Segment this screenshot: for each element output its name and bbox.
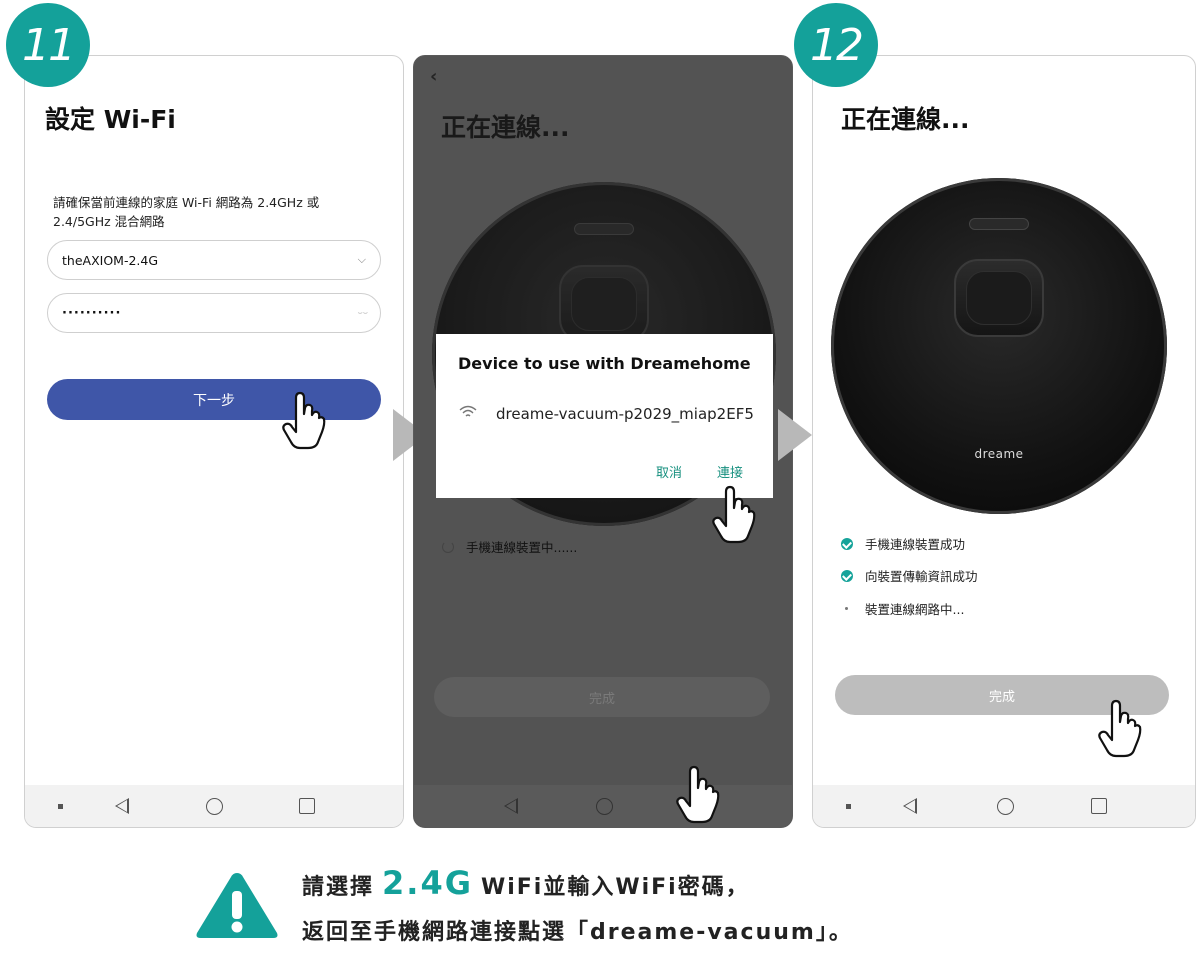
robot-brand-logo: dreame — [974, 446, 1024, 461]
android-nav-bar — [25, 785, 403, 827]
nav-home-icon[interactable] — [997, 797, 1014, 815]
pointing-hand-icon — [1098, 699, 1142, 758]
status-item: 裝置連線網路中... — [841, 599, 964, 618]
robot-buttons — [969, 218, 1029, 231]
note-text: WiFi並輸入WiFi密碼， — [480, 875, 750, 900]
check-circle-icon — [841, 569, 853, 582]
phone-screen-wifi-setup: 設定 Wi-Fi 請確保當前連線的家庭 Wi-Fi 網路為 2.4GHz 或 2… — [24, 55, 404, 828]
android-nav-bar — [414, 785, 792, 827]
status-text: 手機連線裝置中...... — [466, 540, 578, 555]
nav-back-icon[interactable] — [903, 798, 917, 814]
dialog-title: Device to use with Dreamehome — [458, 354, 751, 373]
instruction-line-2: 返回至手機網路連接點選「dreame-vacuum」。 — [302, 920, 853, 945]
next-step-arrow-icon — [778, 409, 812, 461]
nav-home-icon[interactable] — [206, 797, 223, 815]
page-title: 設定 Wi-Fi — [45, 105, 176, 134]
status-item: 手機連線裝置成功 — [841, 534, 965, 553]
nav-back-icon[interactable] — [115, 798, 129, 814]
connect-button[interactable]: 連接 — [717, 462, 743, 481]
status-item: 向裝置傳輸資訊成功 — [841, 566, 978, 585]
note-text: 請選擇 — [302, 875, 375, 900]
connection-status: 手機連線裝置中...... — [442, 537, 577, 556]
instruction-line-1: 請選擇 2.4G WiFi並輸入WiFi密碼， — [302, 864, 750, 902]
done-button[interactable]: 完成 — [434, 677, 770, 717]
device-select-dialog: Device to use with Dreamehome dreame-vac… — [436, 334, 773, 498]
chevron-down-icon: ⌵ — [357, 253, 366, 266]
status-text: 向裝置傳輸資訊成功 — [865, 569, 978, 584]
robot-lidar-cover — [954, 258, 1044, 337]
nav-home-icon[interactable] — [596, 797, 613, 815]
status-text: 手機連線裝置成功 — [865, 537, 966, 552]
cancel-button[interactable]: 取消 — [656, 462, 682, 481]
wifi-icon — [458, 404, 478, 424]
android-nav-bar — [813, 785, 1195, 827]
loading-spinner-icon — [442, 540, 454, 553]
warning-triangle-icon — [196, 873, 278, 938]
nav-recents-icon[interactable] — [1091, 798, 1107, 814]
eye-closed-icon[interactable]: ⌣⌣ — [357, 308, 368, 318]
nav-menu-icon[interactable] — [846, 803, 851, 809]
wifi-password-field[interactable]: ·········· ⌣⌣ — [47, 293, 381, 333]
step-11-badge: 11 — [6, 3, 90, 87]
loading-spinner-icon — [845, 607, 848, 610]
device-list-item[interactable]: dreame-vacuum-p2029_miap2EF5 — [496, 405, 754, 423]
password-value: ·········· — [62, 305, 122, 321]
pointing-hand-icon — [712, 485, 756, 544]
wifi-ssid-select[interactable]: theAXIOM-2.4G ⌵ — [47, 240, 381, 280]
pointing-hand-icon — [282, 391, 326, 450]
phone-screen-connecting-dialog: ‹ 正在連線... 手機連線裝置中...... 完成 Device to use… — [413, 55, 793, 828]
robot-vacuum-image: dreame — [831, 178, 1167, 514]
pointing-hand-icon — [676, 765, 720, 824]
nav-menu-icon[interactable] — [58, 803, 63, 809]
step-12-badge: 12 — [794, 3, 878, 87]
note-highlight: 2.4G — [382, 864, 473, 902]
nav-recents-icon[interactable] — [299, 798, 315, 814]
wifi-description: 請確保當前連線的家庭 Wi-Fi 網路為 2.4GHz 或 2.4/5GHz 混… — [53, 195, 320, 229]
status-text: 裝置連線網路中... — [865, 602, 965, 617]
nav-back-icon[interactable] — [504, 798, 518, 814]
ssid-value: theAXIOM-2.4G — [62, 252, 159, 268]
check-circle-icon — [841, 537, 853, 550]
page-title: 正在連線... — [841, 105, 970, 134]
